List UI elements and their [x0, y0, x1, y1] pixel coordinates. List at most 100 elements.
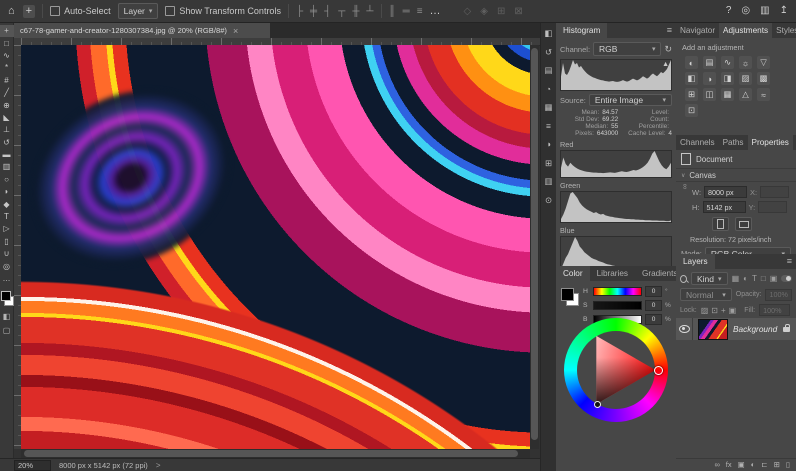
lock-position-icon[interactable]: +: [721, 306, 726, 315]
width-field[interactable]: 8000 px: [704, 186, 747, 198]
align-left-edges-icon[interactable]: ├: [296, 6, 303, 17]
lock-pixels-icon[interactable]: ⊡: [711, 306, 718, 315]
photo-filter-adjustment-icon[interactable]: ▨: [739, 72, 752, 85]
panel-menu-icon[interactable]: ≡: [783, 254, 796, 269]
paragraph-panel-icon[interactable]: ≡: [546, 122, 551, 131]
actions-panel-icon[interactable]: ▤: [544, 66, 552, 75]
filter-kind-dropdown[interactable]: Kind ▾: [691, 272, 728, 285]
brightness-contrast-adjustment-icon[interactable]: ◐: [685, 56, 698, 69]
tab-adjustments[interactable]: Adjustments: [719, 23, 772, 38]
document-tab[interactable]: c67-78-gamer-and-creator-1280307384.jpg …: [14, 23, 270, 38]
vibrance-adjustment-icon[interactable]: ▽: [757, 56, 770, 69]
canvas-section-header[interactable]: ∨ Canvas: [676, 168, 796, 182]
gradient-map-adjustment-icon[interactable]: ≈: [757, 88, 770, 101]
auto-select-target-dropdown[interactable]: Layer ▾: [118, 3, 159, 19]
cached-data-warning-icon[interactable]: ▲: [662, 61, 669, 68]
add-layer-mask-icon[interactable]: ▣: [738, 461, 745, 469]
link-layers-icon[interactable]: ∞: [714, 461, 719, 469]
blur-tool[interactable]: ○: [0, 174, 14, 186]
hue-value-field[interactable]: 0: [645, 286, 662, 297]
new-layer-icon[interactable]: ⊞: [774, 461, 780, 469]
invert-adjustment-icon[interactable]: ◫: [703, 88, 716, 101]
share-image-icon[interactable]: ↥: [780, 6, 788, 16]
tab-color[interactable]: Color: [556, 266, 590, 281]
panel-menu-icon[interactable]: ≡: [663, 23, 676, 38]
tab-layers[interactable]: Layers: [676, 254, 715, 269]
tab-histogram[interactable]: Histogram: [556, 23, 607, 38]
clone-stamp-tool[interactable]: ⊥: [0, 124, 14, 136]
auto-select-checkbox-box[interactable]: [50, 6, 60, 16]
timeline-panel-icon[interactable]: ⊙: [545, 196, 552, 205]
quick-selection-tool[interactable]: *: [0, 62, 14, 74]
distribute-vertical-icon[interactable]: ═: [403, 6, 410, 17]
spot-healing-tool[interactable]: ⊕: [0, 99, 14, 111]
horizontal-scrollbar[interactable]: [21, 449, 530, 458]
saturation-slider[interactable]: [593, 301, 642, 310]
shape-tool[interactable]: ▯: [0, 236, 14, 248]
color-balance-adjustment-icon[interactable]: ◑: [703, 72, 716, 85]
link-dimensions-icon[interactable]: ∞: [680, 184, 689, 190]
hue-ring-handle[interactable]: [654, 366, 663, 375]
source-dropdown[interactable]: Entire Image ▾: [589, 94, 672, 106]
show-transform-checkbox-box[interactable]: [165, 6, 175, 16]
tab-libraries[interactable]: Libraries: [590, 266, 635, 281]
filter-type-layers-icon[interactable]: T: [752, 274, 757, 283]
posterize-adjustment-icon[interactable]: ▦: [721, 88, 734, 101]
new-group-icon[interactable]: ⊏: [761, 461, 767, 469]
show-transform-checkbox[interactable]: Show Transform Controls: [165, 6, 281, 16]
tab-paths[interactable]: Paths: [719, 135, 748, 150]
blend-mode-dropdown[interactable]: Normal ▾: [680, 288, 732, 301]
lasso-tool[interactable]: ∿: [0, 50, 14, 62]
hue-saturation-adjustment-icon[interactable]: ◧: [685, 72, 698, 85]
help-icon[interactable]: ?: [726, 6, 732, 16]
crop-tool[interactable]: #: [0, 75, 14, 87]
zoom-tool[interactable]: ◎: [0, 260, 14, 272]
screen-mode-icon[interactable]: ▢: [3, 326, 11, 335]
eraser-tool[interactable]: ▬: [0, 149, 14, 161]
close-icon[interactable]: ×: [233, 26, 238, 36]
type-tool[interactable]: T: [0, 211, 14, 223]
selective-color-adjustment-icon[interactable]: ⊡: [685, 104, 698, 117]
visibility-toggle[interactable]: [676, 318, 693, 340]
black-white-adjustment-icon[interactable]: ◨: [721, 72, 734, 85]
lock-transparency-icon[interactable]: ▨: [701, 306, 709, 315]
exposure-adjustment-icon[interactable]: ☼: [739, 56, 752, 69]
glyphs-panel-icon[interactable]: ◑: [546, 140, 551, 149]
opacity-field[interactable]: 100%: [765, 289, 792, 301]
layer-lock-icon[interactable]: [783, 327, 790, 332]
info-panel-icon[interactable]: ◧: [544, 29, 552, 38]
quick-mask-mode-icon[interactable]: ◧: [3, 312, 11, 321]
delete-layer-icon[interactable]: ▯: [786, 461, 790, 469]
align-top-edges-icon[interactable]: ┬: [338, 6, 345, 17]
hue-slider[interactable]: [593, 287, 642, 296]
distribute-horizontal-icon[interactable]: ║: [389, 6, 396, 17]
more-options-icon[interactable]: …: [430, 6, 441, 17]
edit-toolbar-icon[interactable]: …: [0, 273, 14, 285]
saturation-value-field[interactable]: 0: [645, 300, 662, 311]
landscape-orientation-button[interactable]: [735, 217, 752, 231]
triangle-handle[interactable]: [594, 401, 601, 408]
vertical-scrollbar-thumb[interactable]: [531, 48, 538, 440]
tab-channels[interactable]: Channels: [676, 135, 719, 150]
vertical-scrollbar[interactable]: [530, 45, 539, 449]
path-selection-tool[interactable]: ▷: [0, 223, 14, 235]
lock-artboard-icon[interactable]: ▣: [729, 306, 737, 315]
home-icon[interactable]: ⌂: [8, 6, 15, 17]
filter-pixel-layers-icon[interactable]: ▦: [732, 274, 740, 283]
hand-tool[interactable]: ∪: [0, 248, 14, 260]
tab-navigator[interactable]: Navigator: [676, 23, 719, 38]
history-brush-tool[interactable]: ↺: [0, 137, 14, 149]
layer-row-background[interactable]: Background: [676, 318, 796, 340]
layer-effects-icon[interactable]: fx: [726, 461, 732, 469]
channel-mixer-adjustment-icon[interactable]: ▩: [757, 72, 770, 85]
levels-adjustment-icon[interactable]: ▤: [703, 56, 716, 69]
align-bottom-edges-icon[interactable]: ┴: [366, 6, 373, 17]
align-horizontal-centers-icon[interactable]: ╪: [310, 6, 317, 17]
gradient-tool[interactable]: ▥: [0, 161, 14, 173]
color-wheel[interactable]: [564, 318, 668, 422]
move-tool[interactable]: +: [0, 25, 14, 37]
auto-select-checkbox[interactable]: Auto-Select: [50, 6, 111, 16]
height-field[interactable]: 5142 px: [703, 201, 746, 213]
dodge-tool[interactable]: ◗: [0, 186, 14, 198]
zoom-level-field[interactable]: 20%: [14, 460, 51, 471]
